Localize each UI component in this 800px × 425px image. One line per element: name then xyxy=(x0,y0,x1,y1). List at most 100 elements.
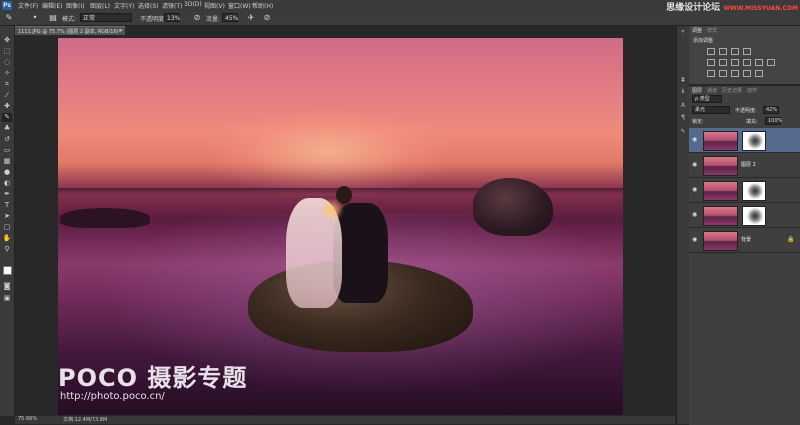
visibility-eye-icon[interactable]: ◉ xyxy=(692,186,699,193)
mode-select[interactable]: 正常 xyxy=(80,13,132,22)
menu-window[interactable]: 窗口(W) xyxy=(228,1,251,10)
opacity-field[interactable]: 13% xyxy=(164,13,180,22)
layer-kind-filter[interactable]: ρ 类型 xyxy=(692,95,722,103)
layer-row[interactable]: ◉ 背景 🔒 xyxy=(689,228,800,253)
shape-tool-icon[interactable]: ▢ xyxy=(2,223,12,232)
tab-actions[interactable]: 动作 xyxy=(747,87,757,94)
marquee-tool-icon[interactable]: ⬚ xyxy=(2,47,12,56)
eyedropper-tool-icon[interactable]: ⁄ xyxy=(2,91,12,100)
layer-row[interactable]: ◉ 图层 2 xyxy=(689,153,800,178)
brush-panel-icon-side[interactable]: ✎ xyxy=(679,128,687,136)
backlight-glow xyxy=(320,198,344,222)
properties-panel-icon[interactable]: ℹ xyxy=(679,88,687,96)
menu-image[interactable]: 图像(I) xyxy=(66,1,84,10)
type-tool-icon[interactable]: T xyxy=(2,201,12,210)
pressure-size-icon[interactable]: ⊘ xyxy=(262,13,272,23)
menu-help[interactable]: 帮助(H) xyxy=(252,1,273,10)
foreground-color-swatch[interactable] xyxy=(3,266,12,275)
layer-mask-thumbnail[interactable] xyxy=(742,181,766,201)
layer-mask-thumbnail[interactable] xyxy=(742,206,766,226)
crop-tool-icon[interactable]: ⌗ xyxy=(2,80,12,89)
layer-row[interactable]: ◉ xyxy=(689,203,800,228)
pen-tool-icon[interactable]: ✒ xyxy=(2,190,12,199)
fill-field[interactable]: 100% xyxy=(765,117,782,125)
brush-size-icon[interactable]: • xyxy=(30,13,40,23)
lasso-tool-icon[interactable]: ◌ xyxy=(2,58,12,67)
quick-select-tool-icon[interactable]: ✧ xyxy=(2,69,12,78)
collapse-icon[interactable]: « xyxy=(679,28,687,36)
photo-filter-icon[interactable] xyxy=(755,59,763,66)
flow-field[interactable]: 45% xyxy=(222,13,238,22)
layer-thumbnail xyxy=(703,231,738,251)
sunset-glow xyxy=(198,108,458,198)
brush-tool-preset-icon[interactable]: ✎ xyxy=(4,13,14,23)
layer-opacity-field[interactable]: 42% xyxy=(763,106,779,114)
dodge-tool-icon[interactable]: ◐ xyxy=(2,179,12,188)
menu-filter[interactable]: 滤镜(T) xyxy=(162,1,182,10)
fill-label: 填充: xyxy=(746,119,758,125)
tab-history[interactable]: 历史记录 xyxy=(722,87,742,94)
tab-layers[interactable]: 图层 xyxy=(692,87,702,94)
selective-color-icon[interactable] xyxy=(755,70,763,77)
invert-icon[interactable] xyxy=(707,70,715,77)
layer-row[interactable]: ◉ xyxy=(689,178,800,203)
history-brush-tool-icon[interactable]: ↺ xyxy=(2,135,12,144)
visibility-eye-icon[interactable]: ◉ xyxy=(692,136,699,143)
curves-icon[interactable] xyxy=(731,48,739,55)
paragraph-panel-icon[interactable]: ¶ xyxy=(679,114,687,122)
brush-panel-icon[interactable]: ▤ xyxy=(48,13,58,23)
brush-tool-icon[interactable]: ✎ xyxy=(2,113,12,122)
blur-tool-icon[interactable]: ● xyxy=(2,168,12,177)
menu-view[interactable]: 视图(V) xyxy=(204,1,225,10)
close-tab-icon[interactable]: × xyxy=(118,28,122,34)
gradient-tool-icon[interactable]: ▦ xyxy=(2,157,12,166)
gradient-map-icon[interactable] xyxy=(743,70,751,77)
color-balance-icon[interactable] xyxy=(731,59,739,66)
airbrush-icon[interactable]: ✈ xyxy=(246,13,256,23)
eraser-tool-icon[interactable]: ▭ xyxy=(2,146,12,155)
tab-channels[interactable]: 通道 xyxy=(707,87,717,94)
path-select-tool-icon[interactable]: ➤ xyxy=(2,212,12,221)
menu-edit[interactable]: 编辑(E) xyxy=(42,1,62,10)
visibility-eye-icon[interactable]: ◉ xyxy=(692,236,699,243)
layer-mask-thumbnail[interactable] xyxy=(742,131,766,151)
mode-label: 模式: xyxy=(62,16,77,23)
menu-file[interactable]: 文件(F) xyxy=(18,1,38,10)
tab-styles[interactable]: 样式 xyxy=(707,27,717,34)
layer-name: 背景 xyxy=(741,237,752,243)
zoom-tool-icon[interactable]: ⚲ xyxy=(2,245,12,254)
pressure-opacity-icon[interactable]: ⊘ xyxy=(192,13,202,23)
visibility-eye-icon[interactable]: ◉ xyxy=(692,211,699,218)
stamp-tool-icon[interactable]: ♣ xyxy=(2,124,12,133)
layers-panel: 图层 通道 历史记录 动作 ρ 类型 柔光 不透明度: 42% 锁定: 填充: … xyxy=(689,85,800,425)
visibility-eye-icon[interactable]: ◉ xyxy=(692,161,699,168)
vibrance-icon[interactable] xyxy=(707,59,715,66)
zoom-level[interactable]: 75.66% xyxy=(18,416,37,422)
blend-mode-select[interactable]: 柔光 xyxy=(692,106,730,114)
black-white-icon[interactable] xyxy=(743,59,751,66)
threshold-icon[interactable] xyxy=(731,70,739,77)
layer-row[interactable]: ◉ xyxy=(689,128,800,153)
hue-saturation-icon[interactable] xyxy=(719,59,727,66)
menu-3d[interactable]: 3D(D) xyxy=(184,1,202,8)
menu-layer[interactable]: 图层(L) xyxy=(90,1,110,10)
move-tool-icon[interactable]: ✥ xyxy=(2,36,12,45)
menu-select[interactable]: 选择(S) xyxy=(138,1,159,10)
posterize-icon[interactable] xyxy=(719,70,727,77)
exposure-icon[interactable] xyxy=(743,48,751,55)
tab-adjustments[interactable]: 调整 xyxy=(692,27,702,34)
levels-icon[interactable] xyxy=(719,48,727,55)
menu-type[interactable]: 文字(Y) xyxy=(114,1,134,10)
brightness-icon[interactable] xyxy=(707,48,715,55)
document-canvas[interactable]: POCO 摄影专题 http://photo.poco.cn/ xyxy=(58,38,623,415)
adjustments-title: 添加调整 xyxy=(693,38,714,44)
history-panel-icon[interactable]: ⧗ xyxy=(679,76,687,84)
character-panel-icon[interactable]: A xyxy=(679,102,687,110)
lock-label: 锁定: xyxy=(692,119,704,125)
hand-tool-icon[interactable]: ✋ xyxy=(2,234,12,243)
canvas-area: POCO 摄影专题 http://photo.poco.cn/ xyxy=(15,35,675,416)
screen-mode-icon[interactable]: ▣ xyxy=(2,294,12,303)
channel-mixer-icon[interactable] xyxy=(767,59,775,66)
quick-mask-icon[interactable]: ◙ xyxy=(2,282,12,291)
healing-tool-icon[interactable]: ✚ xyxy=(2,102,12,111)
